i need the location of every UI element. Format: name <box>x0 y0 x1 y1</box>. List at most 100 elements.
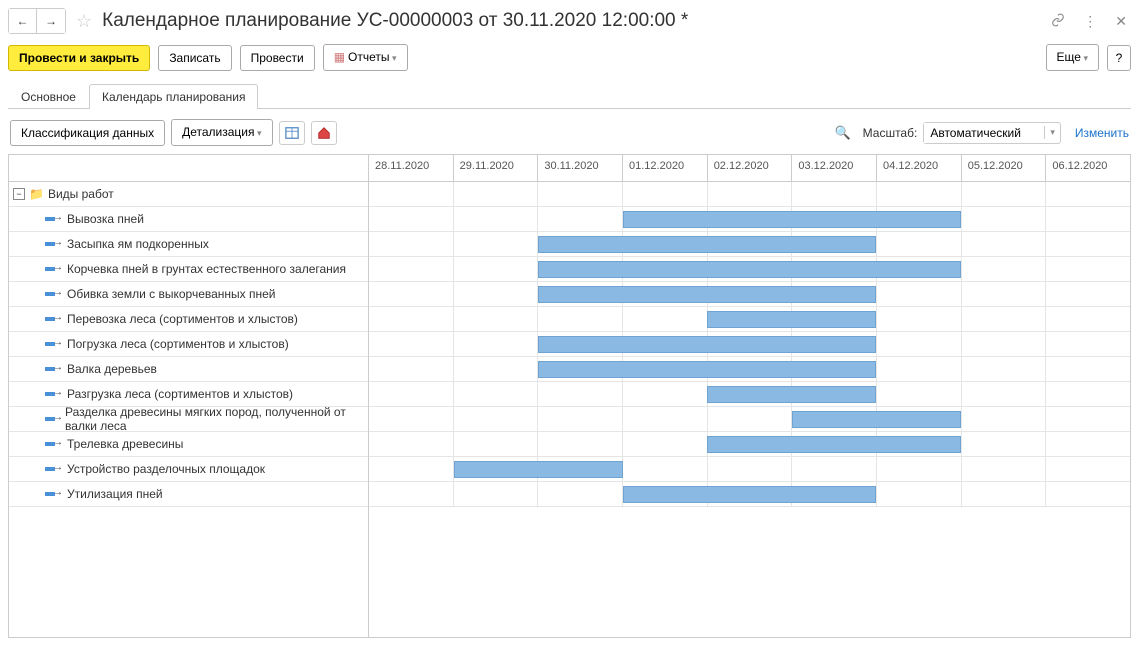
task-icon <box>45 389 61 399</box>
gantt-bar[interactable] <box>792 411 961 428</box>
task-label: Разгрузка леса (сортиментов и хлыстов) <box>67 387 293 401</box>
task-icon <box>45 464 61 474</box>
task-icon <box>45 214 61 224</box>
post-and-close-button[interactable]: Провести и закрыть <box>8 45 150 71</box>
gantt-timeline-row <box>369 457 1130 482</box>
date-header-cell: 30.11.2020 <box>537 155 622 181</box>
task-icon <box>45 264 61 274</box>
task-row[interactable]: Корчевка пней в грунтах естественного за… <box>9 257 368 282</box>
gantt-bar[interactable] <box>707 436 961 453</box>
page-title: Календарное планирование УС-00000003 от … <box>102 10 1041 32</box>
task-group-row[interactable]: −📁 Виды работ <box>9 182 368 207</box>
date-header-cell: 04.12.2020 <box>876 155 961 181</box>
classify-button[interactable]: Классификация данных <box>10 120 165 146</box>
task-label: Погрузка леса (сортиментов и хлыстов) <box>67 337 289 351</box>
date-header-cell: 01.12.2020 <box>622 155 707 181</box>
reports-button[interactable]: ▦Отчеты <box>323 44 408 71</box>
gantt-bar[interactable] <box>707 311 876 328</box>
expand-toggle-icon[interactable]: − <box>13 188 25 200</box>
task-row[interactable]: Вывозка пней <box>9 207 368 232</box>
gantt-bar[interactable] <box>538 236 876 253</box>
task-row[interactable]: Разгрузка леса (сортиментов и хлыстов) <box>9 382 368 407</box>
gantt-bar[interactable] <box>538 336 876 353</box>
favorite-star-icon[interactable]: ☆ <box>76 11 92 32</box>
gantt-timeline-row <box>369 257 1130 282</box>
gantt-bar[interactable] <box>454 461 623 478</box>
gantt-bar[interactable] <box>623 211 961 228</box>
task-label: Валка деревьев <box>67 362 157 376</box>
task-label: Корчевка пней в грунтах естественного за… <box>67 262 346 276</box>
gantt-timeline-row <box>369 232 1130 257</box>
scale-label: Масштаб: <box>863 126 918 140</box>
home-icon[interactable] <box>311 121 337 145</box>
task-label: Обивка земли с выкорчеванных пней <box>67 287 276 301</box>
task-icon <box>45 439 61 449</box>
gantt-bar[interactable] <box>707 386 876 403</box>
gantt-timeline-row <box>369 207 1130 232</box>
date-header-cell: 28.11.2020 <box>369 155 453 181</box>
gantt-timeline-row <box>369 407 1130 432</box>
more-button[interactable]: Еще <box>1046 44 1099 71</box>
task-row[interactable]: Обивка земли с выкорчеванных пней <box>9 282 368 307</box>
nav-arrows: ← → <box>8 8 66 34</box>
task-row[interactable]: Валка деревьев <box>9 357 368 382</box>
post-button[interactable]: Провести <box>240 45 315 71</box>
task-icon <box>45 414 59 424</box>
task-label: Разделка древесины мягких пород, получен… <box>65 405 368 433</box>
gantt-timeline-row <box>369 282 1130 307</box>
task-icon <box>45 339 61 349</box>
task-row[interactable]: Перевозка леса (сортиментов и хлыстов) <box>9 307 368 332</box>
date-header-cell: 05.12.2020 <box>961 155 1046 181</box>
task-row[interactable]: Засыпка ям подкоренных <box>9 232 368 257</box>
task-icon <box>45 364 61 374</box>
gantt-timeline-row <box>369 357 1130 382</box>
detail-button[interactable]: Детализация <box>171 119 272 146</box>
gantt-timeline-row <box>369 332 1130 357</box>
scale-input[interactable] <box>924 123 1044 143</box>
link-icon[interactable] <box>1047 11 1069 32</box>
task-row[interactable]: Утилизация пней <box>9 482 368 507</box>
gantt-timeline-row <box>369 482 1130 507</box>
task-row[interactable]: Погрузка леса (сортиментов и хлыстов) <box>9 332 368 357</box>
magnifier-icon[interactable]: 🔍 <box>834 125 850 141</box>
gantt-bar[interactable] <box>538 286 876 303</box>
tab-main[interactable]: Основное <box>8 84 89 109</box>
gantt-timeline-row <box>369 382 1130 407</box>
task-label: Утилизация пней <box>67 487 163 501</box>
task-icon <box>45 489 61 499</box>
calendar-view-icon[interactable] <box>279 121 305 145</box>
save-button[interactable]: Записать <box>158 45 231 71</box>
back-button[interactable]: ← <box>9 9 37 33</box>
gantt-bar[interactable] <box>538 361 876 378</box>
close-icon[interactable]: ✕ <box>1111 11 1131 32</box>
gantt-left-header <box>9 155 369 181</box>
gantt-chart: 28.11.202029.11.202030.11.202001.12.2020… <box>8 154 1131 638</box>
date-header-cell: 29.11.2020 <box>453 155 538 181</box>
forward-button[interactable]: → <box>37 9 65 33</box>
task-icon <box>45 289 61 299</box>
scale-dropdown-icon[interactable]: ▾ <box>1044 126 1060 139</box>
task-row[interactable]: Устройство разделочных площадок <box>9 457 368 482</box>
task-icon <box>45 239 61 249</box>
tab-calendar[interactable]: Календарь планирования <box>89 84 259 109</box>
task-label: Вывозка пней <box>67 212 144 226</box>
date-header-cell: 02.12.2020 <box>707 155 792 181</box>
gantt-timeline-row <box>369 432 1130 457</box>
gantt-bar[interactable] <box>538 261 961 278</box>
task-row[interactable]: Трелевка древесины <box>9 432 368 457</box>
kebab-menu-icon[interactable]: ⋮ <box>1079 11 1101 32</box>
date-header-cell: 03.12.2020 <box>791 155 876 181</box>
task-label: Засыпка ям подкоренных <box>67 237 209 251</box>
gantt-timeline-row <box>369 182 1130 207</box>
task-icon <box>45 314 61 324</box>
date-header-cell: 06.12.2020 <box>1045 155 1130 181</box>
help-button[interactable]: ? <box>1107 45 1131 71</box>
change-link[interactable]: Изменить <box>1075 126 1129 140</box>
task-row[interactable]: Разделка древесины мягких пород, получен… <box>9 407 368 432</box>
folder-icon: 📁 <box>29 187 44 201</box>
scale-select[interactable]: ▾ <box>923 122 1061 144</box>
task-label: Перевозка леса (сортиментов и хлыстов) <box>67 312 298 326</box>
gantt-timeline-row <box>369 307 1130 332</box>
group-label: Виды работ <box>48 187 114 201</box>
gantt-bar[interactable] <box>623 486 877 503</box>
